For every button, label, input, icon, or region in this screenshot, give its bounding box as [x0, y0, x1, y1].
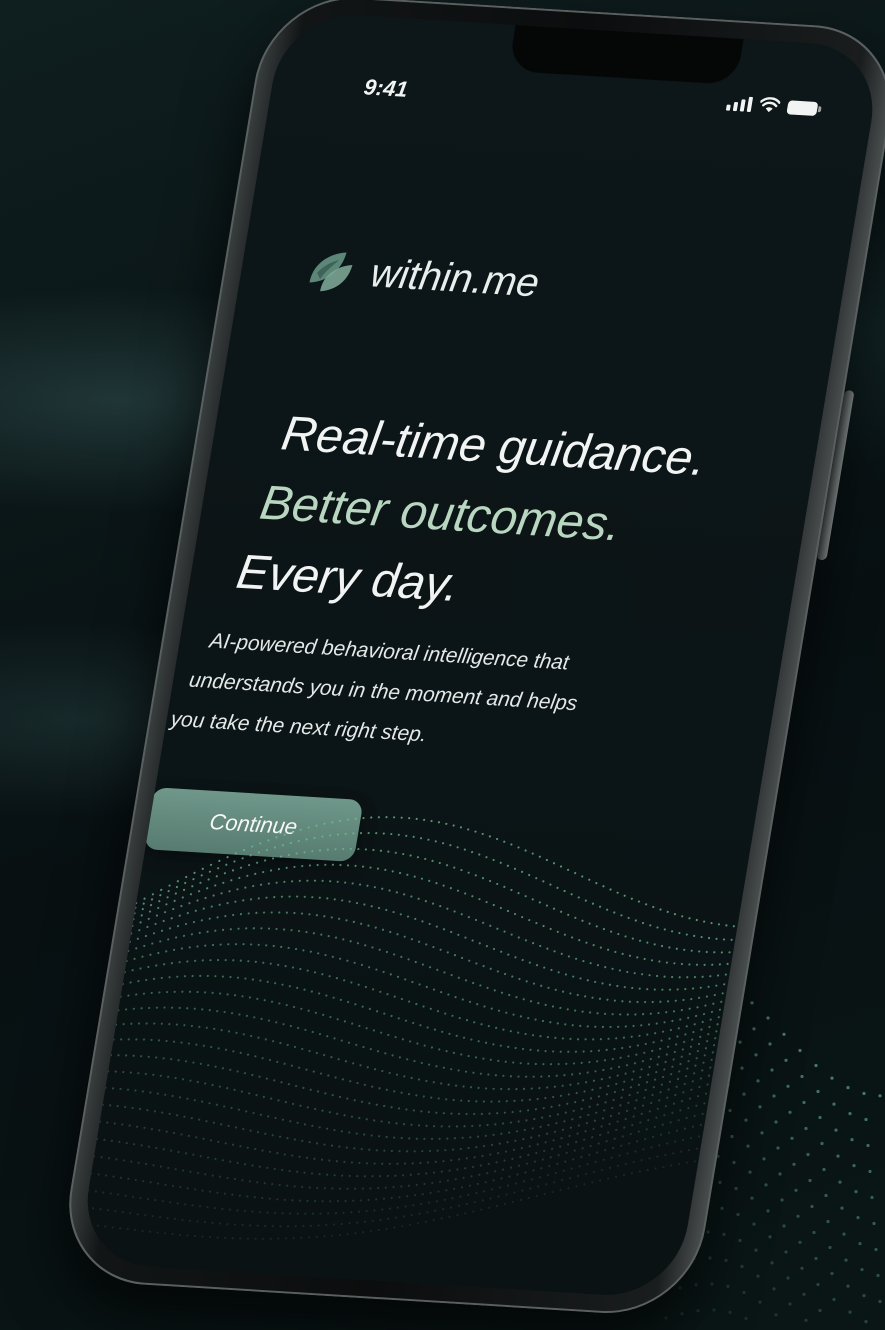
dot-wave-graphic: [81, 816, 735, 1240]
app-promo-scene: 9:41 within.me Real-time guidance. Bette…: [0, 0, 885, 1330]
wifi-icon: [759, 97, 781, 113]
battery-icon: [786, 100, 819, 117]
leaf-logo-icon: [309, 252, 353, 292]
brand-logo: within.me: [299, 242, 543, 310]
hero-description: AI-powered behavioral intelligence that …: [163, 620, 649, 768]
status-icons: [725, 95, 819, 117]
signal-icon: [725, 96, 754, 113]
status-time: 9:41: [362, 74, 410, 102]
brand-name: within.me: [367, 250, 543, 305]
hero-headline: Real-time guidance. Better outcomes. Eve…: [216, 397, 712, 635]
